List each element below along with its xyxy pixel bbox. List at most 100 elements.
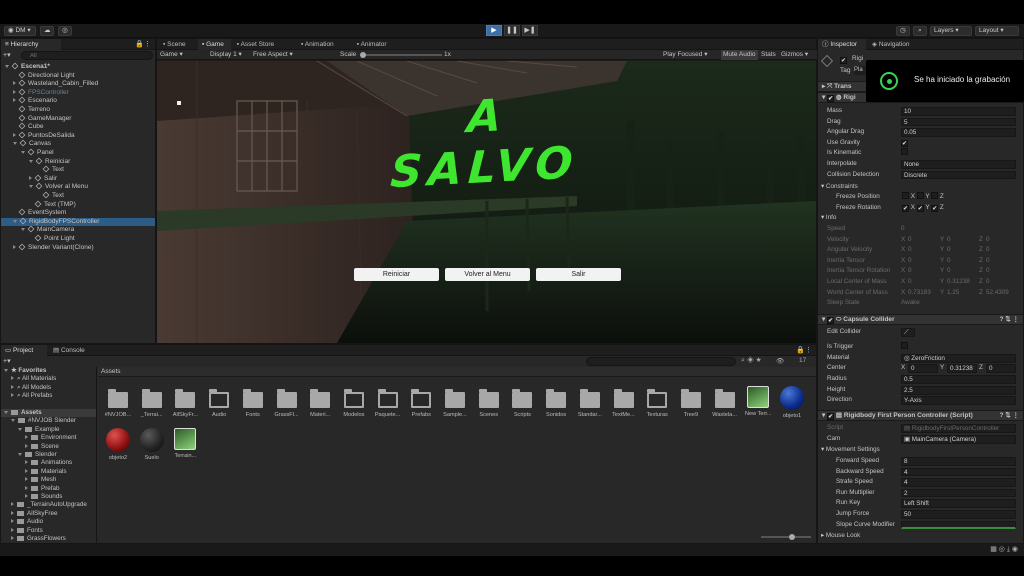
property-checkbox[interactable] — [901, 148, 908, 159]
project-tree-item[interactable]: ⌕ All Models — [1, 384, 96, 392]
asset-item[interactable]: #NVJOB... — [103, 386, 133, 418]
expand-arrow-icon[interactable] — [18, 453, 22, 456]
hierarchy-item[interactable]: Salir — [1, 174, 155, 184]
hierarchy-item[interactable]: Canvas — [1, 139, 155, 149]
hierarchy-item[interactable]: Volver al Menu — [1, 182, 155, 192]
edit-collider-button[interactable]: ⟋ — [901, 328, 915, 337]
filter-icons[interactable]: ⌕ ◈ ★ — [741, 357, 762, 365]
lock-icon[interactable]: 🔒⋮ — [796, 346, 812, 354]
asset-item[interactable]: AllSkyFr... — [170, 386, 200, 418]
hierarchy-item[interactable]: RigidBodyFPSController — [1, 217, 155, 227]
expand-arrow-icon[interactable] — [13, 132, 16, 137]
mute-audio-toggle[interactable]: Mute Audio — [721, 50, 758, 60]
asset-item[interactable]: TextMe... — [609, 386, 639, 418]
movement-field[interactable] — [901, 520, 1016, 530]
expand-arrow-icon[interactable] — [11, 384, 14, 389]
asset-item[interactable]: Tree9 — [676, 386, 706, 418]
asset-item[interactable]: Terrain... — [170, 428, 200, 459]
hierarchy-item[interactable]: PuntosDeSalida — [1, 131, 155, 141]
expand-arrow-icon[interactable] — [4, 411, 8, 414]
component-menu-icon[interactable]: ? ⇅ ⋮ — [999, 411, 1019, 421]
is-trigger-checkbox[interactable] — [901, 342, 908, 353]
expand-arrow-icon[interactable] — [11, 536, 14, 540]
property-field[interactable]: 5 — [901, 117, 1016, 127]
asset-item[interactable]: Scripts — [507, 386, 537, 418]
movement-field[interactable]: 4 — [901, 467, 1016, 477]
tab-inspector[interactable]: ⓘ Inspector — [818, 39, 866, 50]
project-tree-item[interactable]: Animations — [1, 459, 96, 467]
tab-navigation[interactable]: ◈ Navigation — [868, 39, 923, 50]
property-field[interactable]: 10 — [901, 107, 1016, 116]
expand-arrow-icon[interactable] — [29, 175, 32, 180]
expand-arrow-icon[interactable] — [11, 393, 14, 398]
project-tree-item[interactable]: Assets — [1, 409, 96, 418]
expand-arrow-icon[interactable] — [4, 369, 8, 372]
project-tree-item[interactable]: Scene — [1, 443, 96, 451]
hierarchy-item[interactable]: FPSController — [1, 88, 155, 98]
asset-item[interactable]: Materi... — [305, 386, 335, 418]
add-object-button[interactable]: +▾ — [3, 51, 17, 60]
hierarchy-item[interactable]: GameManager — [1, 114, 155, 124]
project-tree-item[interactable]: GrassFlowers — [1, 535, 96, 543]
movement-field[interactable]: 8 — [901, 457, 1016, 466]
project-tree-item[interactable]: AllSkyFree — [1, 510, 96, 518]
project-search-input[interactable] — [586, 357, 736, 366]
asset-item[interactable]: Sonidos — [541, 386, 571, 418]
asset-item[interactable]: Scenes — [474, 386, 504, 418]
asset-item[interactable]: Paquete... — [373, 386, 403, 418]
asset-item[interactable]: Audio — [204, 386, 234, 418]
active-checkbox[interactable]: ✔ — [840, 56, 847, 64]
display-dropdown[interactable]: Display 1 ▾ — [210, 50, 242, 60]
gizmos-toggle[interactable]: Gizmos ▾ — [781, 50, 808, 60]
asset-item[interactable]: Fonts — [238, 386, 268, 418]
collapse-arrow-icon[interactable] — [29, 185, 33, 189]
expand-arrow-icon[interactable] — [11, 510, 14, 515]
asset-item[interactable]: Texturas — [642, 386, 672, 418]
project-tree-item[interactable] — [1, 401, 96, 409]
movement-field[interactable]: Left Shift — [901, 499, 1016, 508]
tab-game[interactable]: ▪ Game — [198, 39, 231, 50]
scale-slider[interactable] — [360, 52, 442, 58]
expand-arrow-icon[interactable] — [11, 502, 14, 507]
collapse-arrow-icon[interactable] — [5, 65, 9, 68]
play-button[interactable]: ▶ — [486, 25, 502, 36]
hierarchy-search-input[interactable] — [21, 51, 153, 60]
property-field[interactable]: Discrete — [901, 170, 1016, 180]
project-tree-item[interactable]: Materials — [1, 468, 96, 476]
asset-item[interactable]: Modelos — [339, 386, 369, 418]
assets-breadcrumb[interactable]: Assets — [98, 367, 816, 377]
aspect-dropdown[interactable]: Free Aspect ▾ — [253, 50, 293, 60]
asset-item[interactable]: Suelo — [137, 428, 167, 461]
cam-field[interactable]: ▣ MainCamera (Camera) — [901, 435, 1016, 444]
asset-item[interactable]: Standar... — [575, 386, 605, 418]
expand-arrow-icon[interactable] — [11, 376, 14, 381]
asset-item[interactable]: Sample... — [440, 386, 470, 418]
asset-item[interactable]: objeto2 — [103, 428, 133, 461]
expand-arrow-icon[interactable] — [25, 460, 28, 465]
back-to-menu-button[interactable]: Volver al Menu — [445, 268, 530, 281]
movement-settings-row[interactable]: ▾ Movement Settings — [818, 445, 1023, 456]
mouse-look-row[interactable]: ▸ Mouse Look — [818, 531, 1023, 542]
expand-arrow-icon[interactable] — [25, 494, 28, 498]
movement-field[interactable]: 50 — [901, 510, 1016, 519]
asset-item[interactable]: _Terrai... — [137, 386, 167, 418]
hierarchy-item[interactable]: Cube — [1, 122, 155, 132]
project-tree-item[interactable]: ★ Favorites — [1, 367, 96, 375]
hierarchy-item[interactable]: EventSystem — [1, 208, 155, 218]
zoom-slider[interactable] — [761, 534, 811, 540]
property-field[interactable]: 0.05 — [901, 128, 1016, 137]
history-icon[interactable]: ◷ — [896, 26, 910, 36]
constraints-row[interactable]: ▾ Constraints — [818, 182, 1023, 193]
height-field[interactable]: 2.5 — [901, 386, 1016, 395]
asset-item[interactable]: GrassFl... — [272, 386, 302, 418]
play-focused-dropdown[interactable]: Play Focused ▾ — [663, 50, 707, 60]
project-tree-item[interactable]: Audio — [1, 518, 96, 526]
expand-arrow-icon[interactable] — [25, 435, 28, 440]
search-icon[interactable]: ⌕ — [913, 26, 927, 36]
collapse-arrow-icon[interactable] — [13, 219, 17, 223]
create-asset-button[interactable]: +▾ — [3, 357, 11, 365]
expand-arrow-icon[interactable] — [25, 485, 28, 490]
tab-scene[interactable]: ▪ Scene — [159, 39, 196, 50]
rbfpc-header[interactable]: ▾ ✔ ▤ Rigidbody First Person Controller … — [818, 410, 1023, 421]
expand-arrow-icon[interactable] — [18, 427, 22, 431]
